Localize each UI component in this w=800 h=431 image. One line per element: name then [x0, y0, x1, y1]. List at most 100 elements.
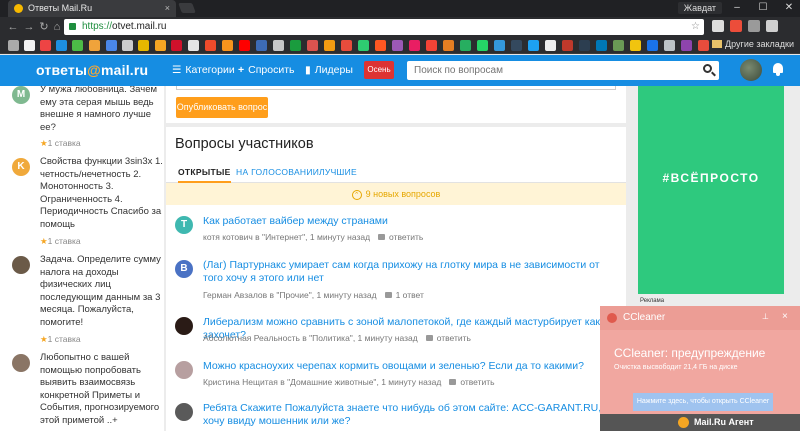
nav-ask[interactable]: + Спросить: [238, 64, 294, 76]
question-text[interactable]: Любопытно с вашей помощью попробовать вы…: [40, 352, 164, 427]
tab-close-icon[interactable]: ×: [165, 0, 170, 17]
question-textarea[interactable]: [176, 86, 616, 90]
agent-bar[interactable]: Mail.Ru Агент: [600, 414, 800, 431]
bookmark-icon[interactable]: [358, 40, 369, 51]
extension-icon[interactable]: [730, 20, 742, 32]
author-name[interactable]: Абсолютная Реальность: [203, 333, 300, 343]
answer-link[interactable]: ответить: [378, 232, 423, 242]
back-icon[interactable]: ←: [6, 20, 20, 34]
category[interactable]: в "Домашние животные": [280, 377, 376, 387]
bookmark-icon[interactable]: [8, 40, 19, 51]
minimize-button[interactable]: –: [726, 0, 748, 17]
question-text[interactable]: У мужа любовница. Зачем ему эта серая мы…: [40, 86, 164, 134]
bookmark-icon[interactable]: [477, 40, 488, 51]
bookmark-icon[interactable]: [375, 40, 386, 51]
author-name[interactable]: Кристина Нещитая: [203, 377, 278, 387]
publish-button[interactable]: Опубликовать вопрос: [176, 97, 268, 118]
tab-voting[interactable]: НА ГОЛОСОВАНИИ: [236, 167, 319, 177]
bookmark-icon[interactable]: [256, 40, 267, 51]
bookmark-icon[interactable]: [426, 40, 437, 51]
pin-icon[interactable]: ⊥: [762, 312, 769, 321]
close-window-button[interactable]: ✕: [778, 0, 800, 17]
bookmark-icon[interactable]: [392, 40, 403, 51]
url-field[interactable]: https://otvet.mail.ru ☆: [64, 19, 704, 35]
bookmark-star-icon[interactable]: ☆: [691, 19, 700, 35]
avatar[interactable]: [175, 403, 193, 421]
question-text[interactable]: Свойства функции 3sin3x 1. четность/нече…: [40, 156, 164, 231]
author-name[interactable]: Герман Авзалов: [203, 290, 267, 300]
bookmark-icon[interactable]: [89, 40, 100, 51]
profile-name[interactable]: Жавдат: [677, 2, 722, 14]
author-name[interactable]: котя котович: [203, 232, 253, 242]
bookmark-icon[interactable]: [138, 40, 149, 51]
bookmark-icon[interactable]: [443, 40, 454, 51]
bookmark-icon[interactable]: [188, 40, 199, 51]
category[interactable]: в "Прочие": [270, 290, 312, 300]
bookmark-icon[interactable]: [72, 40, 83, 51]
season-badge[interactable]: Осень: [364, 61, 394, 79]
bookmark-icon[interactable]: [290, 40, 301, 51]
bookmark-icon[interactable]: [24, 40, 35, 51]
nav-leaders[interactable]: ▮ Лидеры: [305, 64, 353, 76]
question-title[interactable]: (Лаг) Партурнакс умирает сам когда прихо…: [203, 259, 621, 285]
nav-categories[interactable]: ☰ Категории: [172, 64, 235, 76]
search-icon[interactable]: [703, 64, 712, 73]
bookmark-icon[interactable]: [630, 40, 641, 51]
other-bookmarks[interactable]: Другие закладки: [712, 39, 794, 49]
tab-best[interactable]: ЛУЧШИЕ: [319, 167, 357, 177]
bookmark-icon[interactable]: [155, 40, 166, 51]
bookmark-icon[interactable]: [307, 40, 318, 51]
bookmark-icon[interactable]: [324, 40, 335, 51]
reload-icon[interactable]: ↻: [37, 20, 51, 34]
maximize-button[interactable]: ☐: [752, 0, 774, 17]
bookmark-icon[interactable]: [205, 40, 216, 51]
bookmark-icon[interactable]: [528, 40, 539, 51]
browser-tab[interactable]: Ответы Mail.Ru ×: [8, 0, 176, 17]
bookmark-icon[interactable]: [562, 40, 573, 51]
bookmark-icon[interactable]: [171, 40, 182, 51]
bookmark-icon[interactable]: [613, 40, 624, 51]
bookmark-icon[interactable]: [460, 40, 471, 51]
bookmark-icon[interactable]: [545, 40, 556, 51]
answer-link[interactable]: ответить: [426, 333, 471, 343]
search-input[interactable]: [407, 61, 719, 80]
new-questions-banner[interactable]: ⌃ 9 новых вопросов: [166, 183, 626, 205]
site-logo[interactable]: ответы@mail.ru: [36, 62, 148, 78]
new-tab-button[interactable]: [178, 3, 196, 13]
question-title[interactable]: Как работает вайбер между странами: [203, 215, 621, 228]
question-title[interactable]: Можно красноухих черепах кормить овощами…: [203, 360, 621, 373]
question-text[interactable]: Задача. Определите сумму налога на доход…: [40, 254, 164, 329]
bookmark-icon[interactable]: [273, 40, 284, 51]
extension-icon[interactable]: [712, 20, 724, 32]
avatar[interactable]: [175, 361, 193, 379]
open-ccleaner-button[interactable]: Нажмите здесь, чтобы открыть CCleaner: [633, 393, 773, 411]
bookmark-icon[interactable]: [511, 40, 522, 51]
bookmark-icon[interactable]: [56, 40, 67, 51]
bookmark-icon[interactable]: [698, 40, 709, 51]
bookmark-icon[interactable]: [40, 40, 51, 51]
category[interactable]: в "Политика": [302, 333, 353, 343]
answer-link[interactable]: ответить: [449, 377, 494, 387]
bookmark-icon[interactable]: [122, 40, 133, 51]
bell-icon[interactable]: [772, 62, 784, 76]
menu-icon[interactable]: [766, 20, 778, 32]
bookmark-icon[interactable]: [409, 40, 420, 51]
bookmark-icon[interactable]: [596, 40, 607, 51]
question-title[interactable]: Ребята Скажите Пожалуйста знаете что ниб…: [203, 402, 621, 428]
bookmark-icon[interactable]: [341, 40, 352, 51]
bookmark-icon[interactable]: [494, 40, 505, 51]
bookmark-icon[interactable]: [647, 40, 658, 51]
avatar[interactable]: [740, 59, 762, 81]
bookmark-icon[interactable]: [681, 40, 692, 51]
close-icon[interactable]: ×: [782, 311, 788, 322]
answer-link[interactable]: 1 ответ: [385, 290, 424, 300]
tab-open[interactable]: ОТКРЫТЫЕ: [178, 167, 231, 183]
avatar[interactable]: T: [175, 216, 193, 234]
home-icon[interactable]: ⌂: [50, 20, 64, 34]
category[interactable]: в "Интернет": [255, 232, 305, 242]
avatar[interactable]: B: [175, 260, 193, 278]
forward-icon[interactable]: →: [22, 20, 36, 34]
ad-banner[interactable]: #ВСЁПРОСТО: [638, 86, 784, 294]
avatar[interactable]: [175, 317, 193, 335]
bookmark-icon[interactable]: [239, 40, 250, 51]
